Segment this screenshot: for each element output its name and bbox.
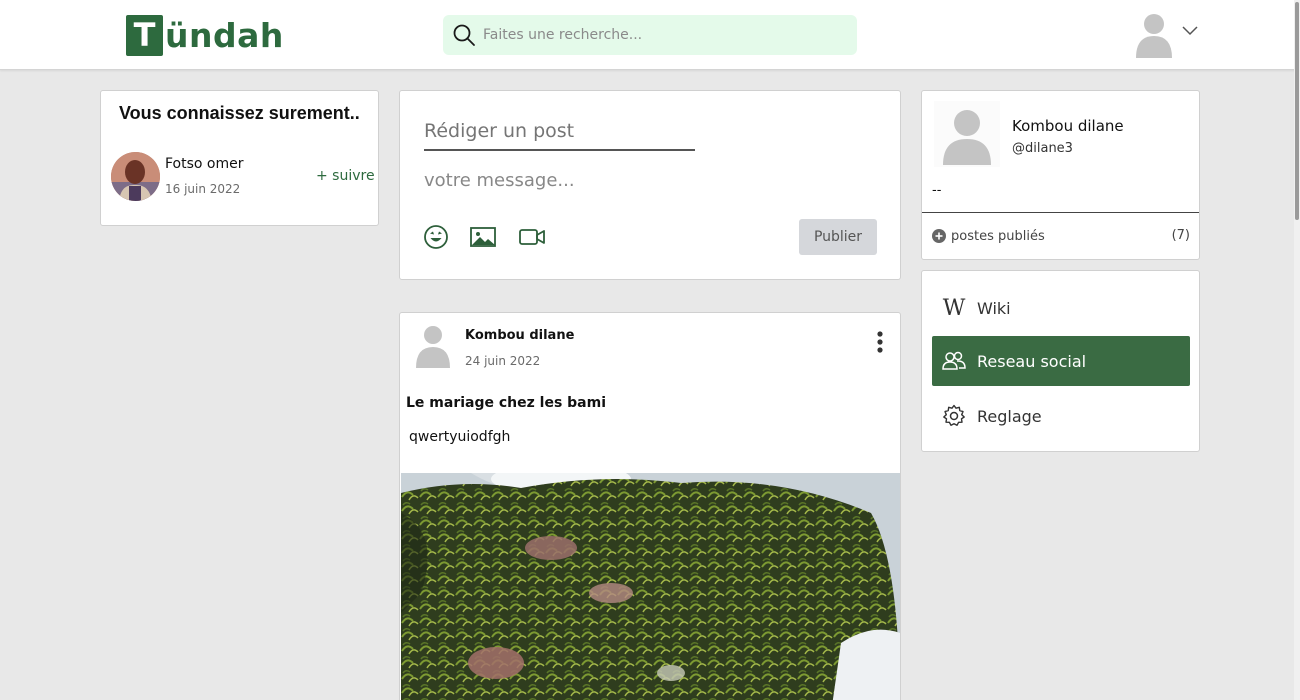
- post-author[interactable]: Kombou dilane: [465, 328, 574, 343]
- avatar-placeholder-icon[interactable]: [934, 101, 1000, 167]
- profile-handle: @dilane3: [1012, 141, 1073, 156]
- nav-item-label: Reglage: [977, 406, 1042, 426]
- posts-count: (7): [1171, 228, 1190, 243]
- logo-mark: T: [126, 14, 163, 56]
- emoji-icon: [424, 225, 448, 249]
- post-title-field[interactable]: [424, 117, 695, 151]
- profile-bio: --: [932, 183, 942, 198]
- suggestions-card: Vous connaissez surement.. Fotso omer 16…: [100, 90, 379, 226]
- divider: [922, 212, 1199, 213]
- video-button[interactable]: [518, 224, 546, 252]
- post-image[interactable]: [401, 473, 900, 700]
- suggestion-name[interactable]: Fotso omer: [165, 156, 244, 172]
- post-date: 24 juin 2022: [465, 354, 541, 368]
- user-menu[interactable]: [1135, 12, 1205, 60]
- publish-button[interactable]: Publier: [799, 219, 877, 255]
- post-card: Kombou dilane 24 juin 2022 Le mariage ch…: [399, 312, 901, 700]
- profile-name[interactable]: Kombou dilane: [1012, 117, 1124, 135]
- post-options-button[interactable]: [868, 329, 892, 355]
- message-field[interactable]: [424, 165, 874, 195]
- people-icon: [941, 348, 967, 374]
- avatar-placeholder-icon[interactable]: [1135, 12, 1173, 58]
- top-navbar: T ündah: [0, 0, 1300, 70]
- user-photo: [111, 152, 160, 201]
- side-navigation: W Wiki Reseau social Reglage: [921, 270, 1200, 452]
- nav-item-label: Wiki: [977, 298, 1011, 318]
- profile-card: Kombou dilane @dilane3 -- postes publiés…: [921, 90, 1200, 260]
- logo-wordmark: ündah: [165, 15, 284, 55]
- posts-published-label: postes publiés: [951, 228, 1045, 244]
- nav-item-reseau-social[interactable]: Reseau social: [932, 336, 1190, 386]
- video-icon: [519, 229, 545, 245]
- avatar-placeholder-icon[interactable]: [414, 324, 452, 368]
- wiki-icon: W: [942, 295, 966, 321]
- follow-button[interactable]: + suivre: [316, 168, 375, 184]
- nav-item-wiki[interactable]: W Wiki: [932, 283, 1190, 333]
- nav-item-reglage[interactable]: Reglage: [932, 391, 1190, 441]
- suggestion-date: 16 juin 2022: [165, 182, 241, 196]
- post-body: qwertyuiodfgh: [409, 429, 511, 445]
- nav-item-label: Reseau social: [977, 351, 1087, 371]
- emoji-button[interactable]: [422, 224, 450, 252]
- page-scrollbar[interactable]: [1294, 0, 1300, 700]
- search-bar: [443, 15, 857, 55]
- chevron-down-icon[interactable]: [1182, 24, 1198, 38]
- brand-logo[interactable]: T ündah: [126, 14, 284, 56]
- avatar[interactable]: [111, 152, 160, 201]
- image-icon: [470, 227, 496, 247]
- image-button[interactable]: [469, 224, 497, 252]
- more-vertical-icon: [877, 331, 883, 353]
- suggestions-title: Vous connaissez surement..: [119, 103, 360, 123]
- post-title: Le mariage chez les bami: [406, 395, 607, 411]
- post-composer: Publier: [399, 90, 901, 280]
- plus-circle-icon: [932, 229, 946, 243]
- posts-published-row[interactable]: postes publiés (7): [932, 226, 1190, 246]
- search-input[interactable]: [483, 15, 853, 55]
- scrollbar-thumb[interactable]: [1295, 2, 1299, 220]
- gear-icon: [941, 403, 967, 429]
- search-icon[interactable]: [452, 23, 476, 47]
